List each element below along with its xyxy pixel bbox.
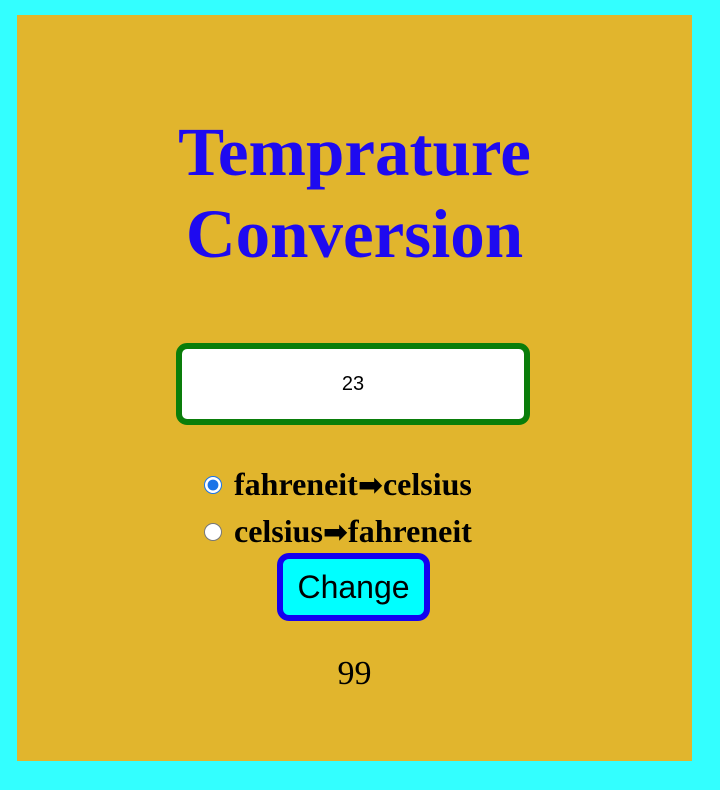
radio-option-celsius-to-fahrenheit[interactable]: celsius➡fahreneit [204, 513, 472, 551]
conversion-result: 99 [337, 655, 372, 692]
converter-card: TempratureConversion fahreneit➡celsius c… [17, 15, 692, 761]
radio-label-celsius-to-fahrenheit: celsius➡fahreneit [234, 513, 472, 551]
radio-label-fahrenheit-to-celsius: fahreneit➡celsius [234, 466, 472, 504]
radio-option-fahrenheit-to-celsius[interactable]: fahreneit➡celsius [204, 466, 472, 504]
radio-fahrenheit-to-celsius[interactable] [204, 476, 222, 494]
option-to-unit: fahreneit [348, 513, 472, 549]
change-button[interactable]: Change [277, 553, 430, 621]
right-arrow-icon: ➡ [357, 468, 383, 503]
page-title-line-2: Conversion [185, 196, 524, 272]
page-title: Temprature Conversion [17, 111, 692, 275]
right-arrow-icon: ➡ [322, 515, 349, 550]
option-to-unit: celsius [382, 466, 472, 502]
radio-celsius-to-fahrenheit[interactable] [204, 523, 222, 541]
page-title-line-1: Temprature [178, 114, 531, 190]
option-from-unit: fahreneit [234, 466, 358, 502]
temperature-input[interactable] [176, 343, 530, 425]
option-from-unit: celsius [234, 513, 323, 549]
